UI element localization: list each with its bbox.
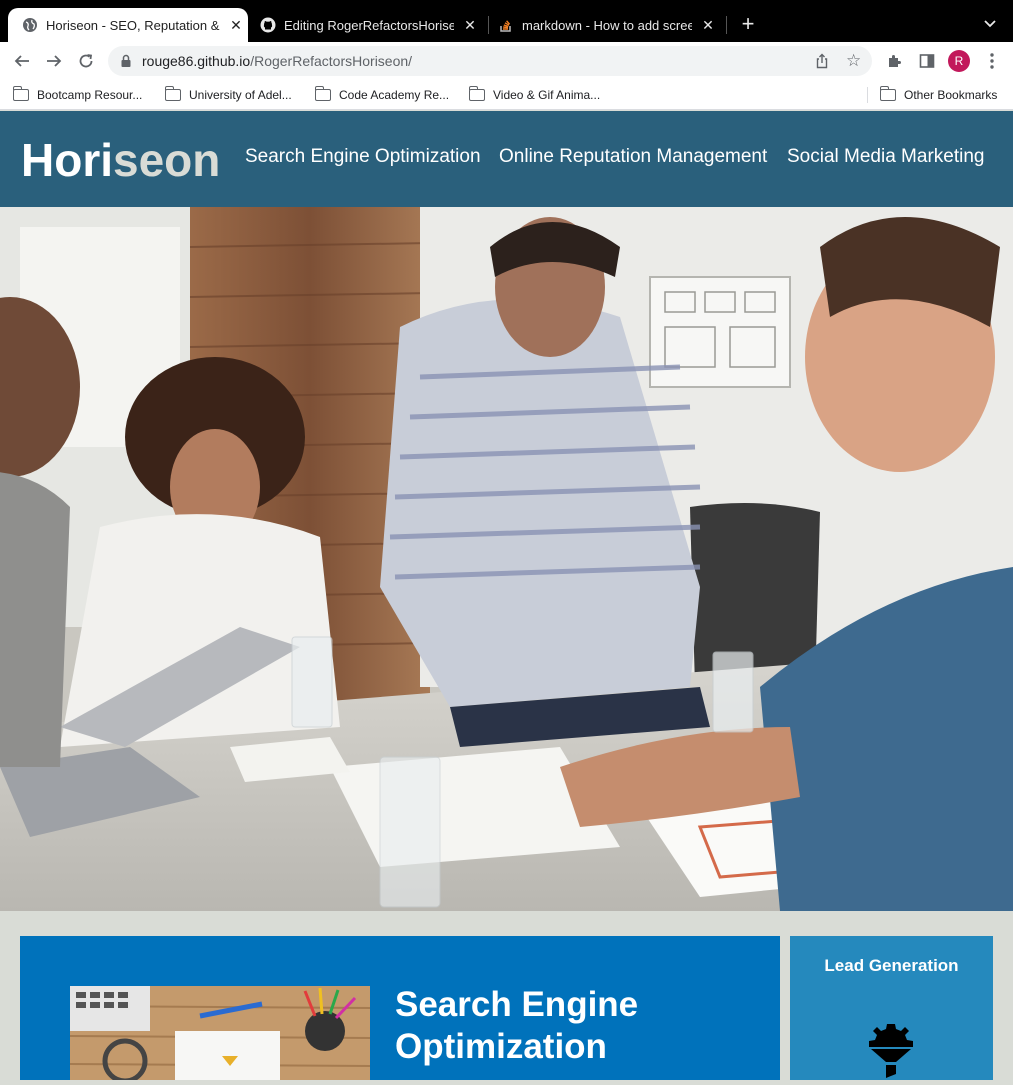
- extensions-puzzle-icon[interactable]: [885, 51, 905, 71]
- url-text: rouge86.github.io/RogerRefactorsHoriseon…: [142, 53, 412, 69]
- nav-link-reputation[interactable]: Online Reputation Management: [499, 146, 767, 168]
- browser-tab-bar: Horiseon - SEO, Reputation & Marketing ✕…: [0, 0, 1013, 42]
- stackoverflow-icon: [498, 17, 514, 33]
- bookmark-label: University of Adel...: [189, 88, 292, 102]
- tab-title: markdown - How to add screenshot: [522, 17, 692, 33]
- lead-generation-card: Lead Generation: [790, 936, 993, 1080]
- bookmark-folder-code-academy[interactable]: Code Academy Re...: [315, 86, 449, 104]
- bookmark-star-icon[interactable]: ☆: [846, 51, 861, 71]
- bookmark-folder-university[interactable]: University of Adel...: [165, 86, 292, 104]
- bookmarks-bar: Bootcamp Resour... University of Adel...…: [0, 80, 1013, 110]
- tab-horiseon[interactable]: Horiseon - SEO, Reputation & Marketing ✕: [8, 8, 248, 42]
- share-icon[interactable]: [814, 53, 830, 74]
- tab-separator: [726, 16, 727, 34]
- hero-image: [0, 207, 1013, 911]
- seo-section-title: Search Engine Optimization: [395, 985, 639, 1066]
- seo-thumbnail-image: [70, 986, 370, 1080]
- url-host: rouge86.github.io: [142, 53, 251, 69]
- tab-title: Editing RogerRefactorsHoriseon: [284, 17, 454, 33]
- reload-icon[interactable]: [76, 51, 96, 71]
- folder-icon: [315, 86, 331, 101]
- side-panel-icon[interactable]: [917, 51, 937, 71]
- browser-toolbar: rouge86.github.io/RogerRefactorsHoriseon…: [0, 42, 1013, 80]
- folder-icon: [13, 86, 29, 101]
- profile-avatar[interactable]: R: [948, 50, 970, 72]
- site-logo[interactable]: Horiseon: [21, 133, 220, 187]
- kebab-menu-icon[interactable]: [982, 51, 1002, 71]
- bookmark-label: Video & Gif Anima...: [493, 88, 601, 102]
- bookmark-folder-other[interactable]: Other Bookmarks: [880, 86, 997, 104]
- globe-icon: [22, 17, 38, 33]
- lead-generation-icon: [868, 1022, 914, 1085]
- bookmark-folder-video-gif[interactable]: Video & Gif Anima...: [469, 86, 600, 104]
- site-header: Horiseon Search Engine Optimization Onli…: [0, 111, 1013, 207]
- bookmark-folder-bootcamp[interactable]: Bootcamp Resour...: [13, 86, 142, 104]
- folder-icon: [469, 86, 485, 101]
- seo-section: Search Engine Optimization: [20, 936, 780, 1080]
- lock-icon: [120, 54, 132, 73]
- tab-search-chevron-icon[interactable]: [980, 14, 1000, 34]
- tab-close-icon[interactable]: ✕: [700, 17, 716, 34]
- lead-generation-title: Lead Generation: [824, 956, 959, 975]
- bookmark-label: Other Bookmarks: [904, 88, 998, 102]
- back-arrow-icon[interactable]: [12, 51, 32, 71]
- tab-stackoverflow[interactable]: markdown - How to add screenshot ✕: [484, 8, 724, 42]
- forward-arrow-icon[interactable]: [44, 51, 64, 71]
- new-tab-button[interactable]: +: [736, 12, 760, 36]
- tab-github-editing[interactable]: Editing RogerRefactorsHoriseon ✕: [246, 8, 486, 42]
- logo-text-seon: seon: [113, 134, 221, 186]
- folder-icon: [165, 86, 181, 101]
- nav-link-seo[interactable]: Search Engine Optimization: [245, 146, 481, 168]
- bookmark-label: Bootcamp Resour...: [37, 88, 143, 102]
- tab-title: Horiseon - SEO, Reputation & Marketing: [46, 17, 220, 33]
- bookmark-label: Code Academy Re...: [339, 88, 450, 102]
- tab-close-icon[interactable]: ✕: [228, 17, 244, 34]
- logo-text-hori: Hori: [21, 134, 113, 186]
- github-icon: [260, 17, 276, 33]
- tab-close-icon[interactable]: ✕: [462, 17, 478, 34]
- folder-icon: [880, 86, 896, 101]
- nav-link-social-media[interactable]: Social Media Marketing: [787, 146, 984, 168]
- address-bar[interactable]: rouge86.github.io/RogerRefactorsHoriseon…: [108, 46, 872, 76]
- bookmarks-separator: [867, 87, 868, 103]
- url-path: /RogerRefactorsHoriseon/: [250, 53, 413, 69]
